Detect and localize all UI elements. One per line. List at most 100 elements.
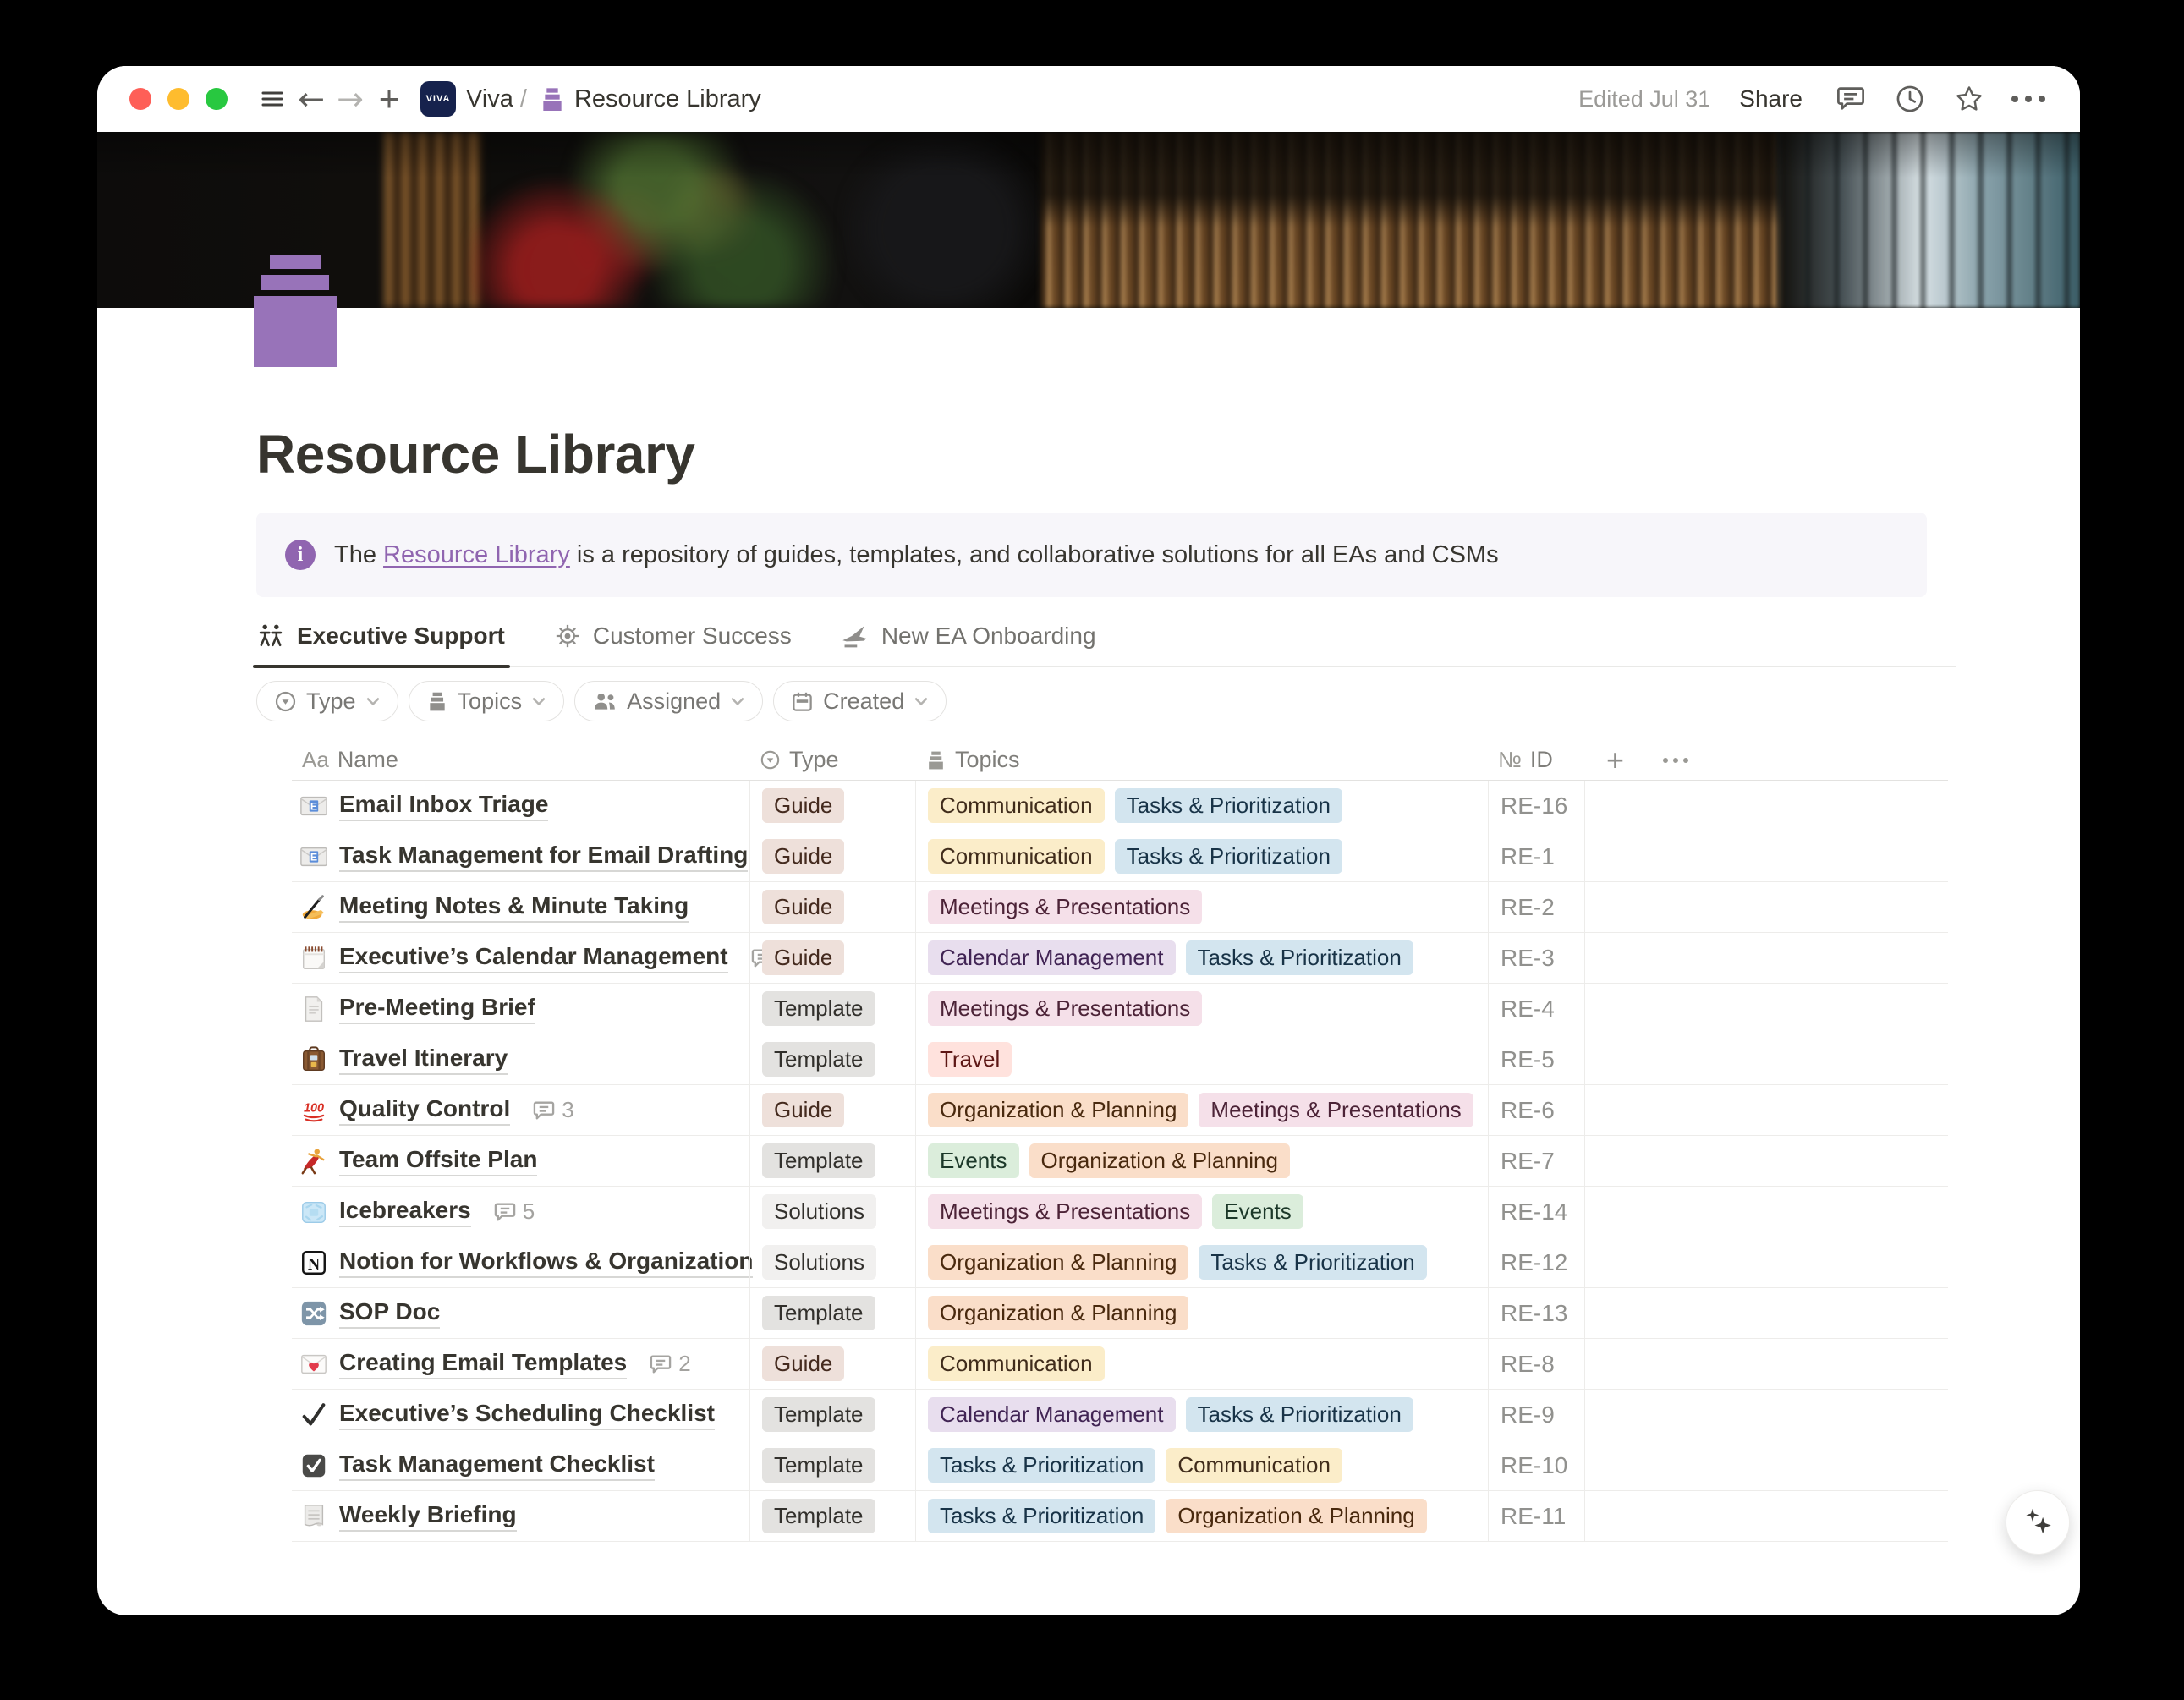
row-id-cell[interactable]: RE-6 xyxy=(1488,1085,1584,1135)
row-page-link[interactable]: SOP Doc xyxy=(339,1298,440,1329)
row-id-cell[interactable]: RE-8 xyxy=(1488,1339,1584,1389)
row-id-cell[interactable]: RE-2 xyxy=(1488,882,1584,932)
row-name-cell[interactable]: Weekly Briefing xyxy=(292,1491,749,1541)
row-id-cell[interactable]: RE-12 xyxy=(1488,1237,1584,1287)
comments-icon[interactable] xyxy=(1831,80,1870,118)
filter-type[interactable]: Type xyxy=(256,681,398,721)
comment-indicator[interactable]: 2 xyxy=(649,1351,690,1377)
ai-assistant-button[interactable] xyxy=(2006,1490,2070,1555)
row-id-cell[interactable]: RE-14 xyxy=(1488,1187,1584,1237)
row-topics-cell[interactable]: Organization & Planning xyxy=(915,1288,1488,1338)
filter-assigned[interactable]: Assigned xyxy=(574,681,763,721)
row-id-cell[interactable]: RE-3 xyxy=(1488,933,1584,983)
tab-new-ea-onboarding[interactable]: New EA Onboarding xyxy=(841,622,1096,650)
row-id-cell[interactable]: RE-5 xyxy=(1488,1034,1584,1084)
row-type-cell[interactable]: Template xyxy=(749,1440,915,1490)
row-type-cell[interactable]: Guide xyxy=(749,831,915,881)
row-page-link[interactable]: Travel Itinerary xyxy=(339,1045,508,1075)
row-topics-cell[interactable]: Travel xyxy=(915,1034,1488,1084)
workspace-logo[interactable]: VIVA xyxy=(420,81,456,117)
row-name-cell[interactable]: Icebreakers 5 xyxy=(292,1187,749,1237)
row-page-link[interactable]: Task Management Checklist xyxy=(339,1450,655,1481)
row-id-cell[interactable]: RE-11 xyxy=(1488,1491,1584,1541)
row-name-cell[interactable]: Creating Email Templates 2 xyxy=(292,1339,749,1389)
row-topics-cell[interactable]: CommunicationTasks & Prioritization xyxy=(915,831,1488,881)
back-icon[interactable]: ← xyxy=(292,80,331,118)
row-topics-cell[interactable]: Meetings & Presentations xyxy=(915,882,1488,932)
row-type-cell[interactable]: Guide xyxy=(749,1085,915,1135)
row-name-cell[interactable]: SOP Doc xyxy=(292,1288,749,1338)
row-name-cell[interactable]: E Task Management for Email Drafting xyxy=(292,831,749,881)
row-page-link[interactable]: Weekly Briefing xyxy=(339,1501,517,1532)
sidebar-toggle-icon[interactable] xyxy=(253,80,292,118)
add-column-button[interactable]: + xyxy=(1594,743,1624,778)
row-type-cell[interactable]: Template xyxy=(749,1288,915,1338)
row-type-cell[interactable]: Guide xyxy=(749,1339,915,1389)
row-page-link[interactable]: Meeting Notes & Minute Taking xyxy=(339,892,689,923)
share-button[interactable]: Share xyxy=(1739,85,1803,112)
column-header-type[interactable]: Type xyxy=(749,747,915,773)
row-name-cell[interactable]: Team Offsite Plan xyxy=(292,1136,749,1186)
forward-icon[interactable]: → xyxy=(331,80,370,118)
row-name-cell[interactable]: Meeting Notes & Minute Taking xyxy=(292,882,749,932)
row-id-cell[interactable]: RE-7 xyxy=(1488,1136,1584,1186)
resource-library-link[interactable]: Resource Library xyxy=(383,541,570,568)
comment-indicator[interactable]: 3 xyxy=(532,1097,573,1123)
row-topics-cell[interactable]: Tasks & PrioritizationCommunication xyxy=(915,1440,1488,1490)
history-icon[interactable] xyxy=(1890,80,1929,118)
tab-executive-support[interactable]: Executive Support xyxy=(256,622,505,650)
page-icon-archive[interactable] xyxy=(248,255,343,367)
row-id-cell[interactable]: RE-13 xyxy=(1488,1288,1584,1338)
close-button[interactable] xyxy=(129,88,151,110)
row-page-link[interactable]: Icebreakers xyxy=(339,1197,471,1227)
zoom-button[interactable] xyxy=(206,88,228,110)
row-type-cell[interactable]: Template xyxy=(749,1491,915,1541)
table-options-icon[interactable] xyxy=(1663,758,1688,763)
minimize-button[interactable] xyxy=(167,88,189,110)
row-id-cell[interactable]: RE-16 xyxy=(1488,781,1584,831)
row-topics-cell[interactable]: Tasks & PrioritizationOrganization & Pla… xyxy=(915,1491,1488,1541)
row-topics-cell[interactable]: Organization & PlanningTasks & Prioritiz… xyxy=(915,1237,1488,1287)
row-type-cell[interactable]: Solutions xyxy=(749,1237,915,1287)
row-name-cell[interactable]: Executive’s Calendar Management 1 xyxy=(292,933,749,983)
row-type-cell[interactable]: Template xyxy=(749,984,915,1034)
row-page-link[interactable]: Pre-Meeting Brief xyxy=(339,994,535,1024)
row-type-cell[interactable]: Guide xyxy=(749,933,915,983)
row-page-link[interactable]: Task Management for Email Drafting xyxy=(339,842,748,872)
row-page-link[interactable]: Team Offsite Plan xyxy=(339,1146,537,1176)
row-page-link[interactable]: Executive’s Calendar Management xyxy=(339,943,728,973)
row-page-link[interactable]: Notion for Workflows & Organization xyxy=(339,1248,753,1278)
row-name-cell[interactable]: Task Management Checklist xyxy=(292,1440,749,1490)
tab-customer-success[interactable]: Customer Success xyxy=(554,622,792,650)
row-topics-cell[interactable]: EventsOrganization & Planning xyxy=(915,1136,1488,1186)
breadcrumb-workspace[interactable]: Viva xyxy=(466,85,513,113)
row-type-cell[interactable]: Template xyxy=(749,1034,915,1084)
row-id-cell[interactable]: RE-10 xyxy=(1488,1440,1584,1490)
row-topics-cell[interactable]: Calendar ManagementTasks & Prioritizatio… xyxy=(915,933,1488,983)
column-header-id[interactable]: № ID xyxy=(1488,747,1584,773)
row-topics-cell[interactable]: Communication xyxy=(915,1339,1488,1389)
filter-topics[interactable]: Topics xyxy=(409,681,565,721)
row-page-link[interactable]: Quality Control xyxy=(339,1095,510,1126)
row-topics-cell[interactable]: Calendar ManagementTasks & Prioritizatio… xyxy=(915,1390,1488,1440)
comment-indicator[interactable]: 5 xyxy=(493,1198,535,1225)
row-type-cell[interactable]: Template xyxy=(749,1136,915,1186)
more-options-icon[interactable] xyxy=(2009,80,2048,118)
new-page-icon[interactable]: + xyxy=(370,80,409,118)
row-page-link[interactable]: Creating Email Templates xyxy=(339,1349,627,1379)
row-name-cell[interactable]: Travel Itinerary xyxy=(292,1034,749,1084)
column-header-topics[interactable]: Topics xyxy=(915,747,1488,773)
row-topics-cell[interactable]: Organization & PlanningMeetings & Presen… xyxy=(915,1085,1488,1135)
row-name-cell[interactable]: N Notion for Workflows & Organization xyxy=(292,1237,749,1287)
row-page-link[interactable]: Executive’s Scheduling Checklist xyxy=(339,1400,715,1430)
row-type-cell[interactable]: Template xyxy=(749,1390,915,1440)
row-topics-cell[interactable]: Meetings & Presentations xyxy=(915,984,1488,1034)
row-id-cell[interactable]: RE-9 xyxy=(1488,1390,1584,1440)
row-id-cell[interactable]: RE-1 xyxy=(1488,831,1584,881)
column-header-name[interactable]: Aa Name xyxy=(292,747,749,773)
favorite-star-icon[interactable] xyxy=(1950,80,1989,118)
breadcrumb-page[interactable]: Resource Library xyxy=(574,85,761,113)
row-page-link[interactable]: Email Inbox Triage xyxy=(339,791,548,821)
row-type-cell[interactable]: Guide xyxy=(749,882,915,932)
row-topics-cell[interactable]: Meetings & PresentationsEvents xyxy=(915,1187,1488,1237)
